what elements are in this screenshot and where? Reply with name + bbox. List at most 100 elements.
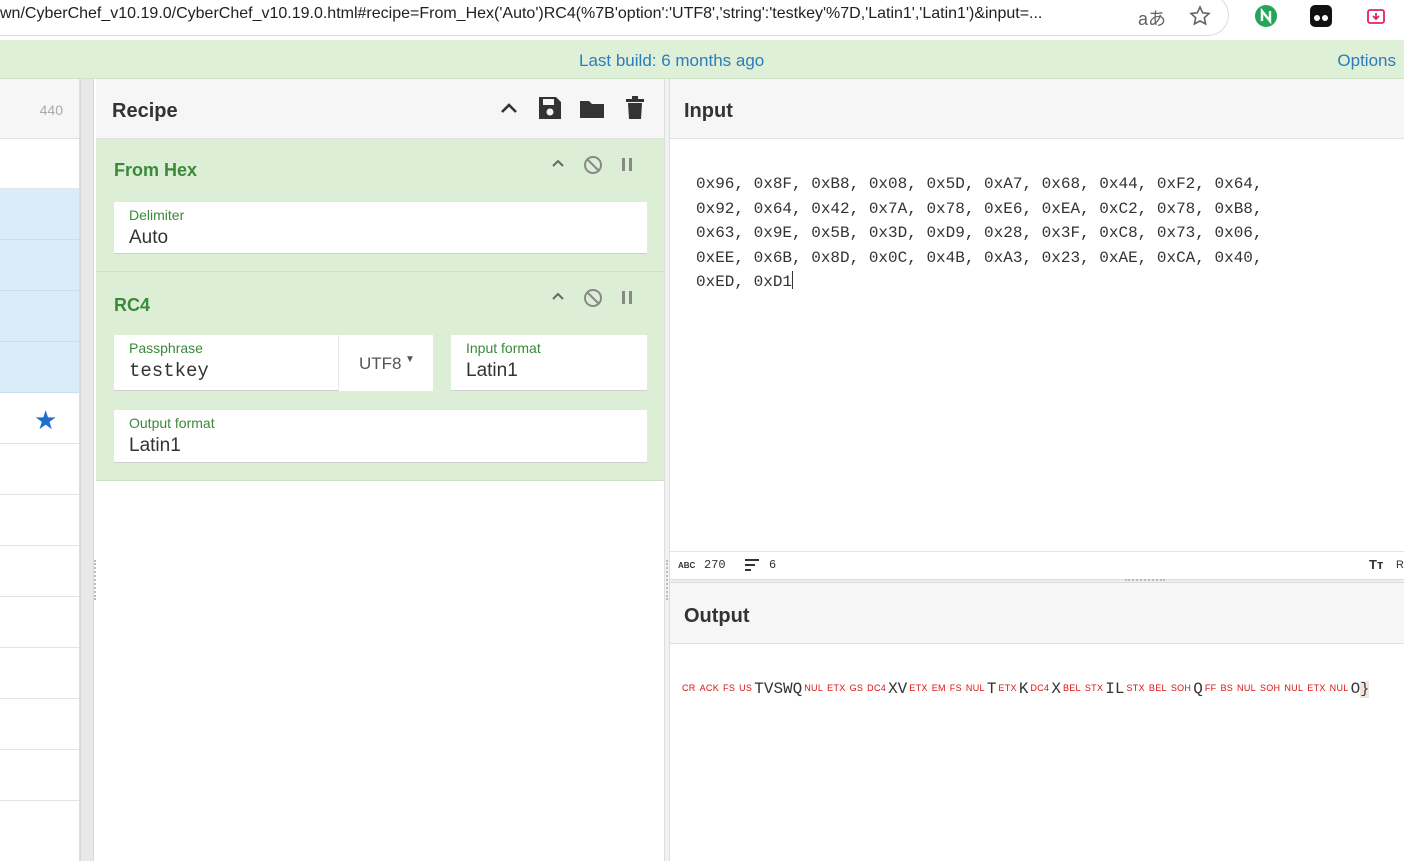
input-textarea[interactable]: 0x96, 0x8F, 0xB8, 0x08, 0x5D, 0xA7, 0x68… [696, 172, 1263, 295]
save-recipe-icon[interactable] [535, 93, 565, 123]
control-char-token: BEL [1148, 683, 1167, 693]
favourites-category[interactable]: ★ [0, 393, 79, 444]
category-item[interactable] [0, 597, 79, 648]
field-label: Input format [466, 340, 541, 356]
recipe-title: Recipe [112, 100, 178, 122]
panel-resize-gutter[interactable] [80, 79, 94, 861]
control-char-token: ETX [1307, 683, 1326, 693]
operation-rc4[interactable]: RC4 Passphrase testkey UTF8 ▼ Input form… [96, 272, 664, 481]
divider-grip [1125, 579, 1165, 581]
control-char-token: BEL [1062, 683, 1081, 693]
control-char-token: FS [949, 683, 962, 693]
control-char-token: NUL [965, 683, 985, 693]
output-char: T [986, 680, 997, 698]
options-link[interactable]: Options [1337, 51, 1396, 71]
control-char-token: NUL [1284, 683, 1304, 693]
operation-title: From Hex [114, 160, 198, 180]
category-item[interactable] [0, 699, 79, 750]
text-caret [792, 271, 794, 289]
category-item[interactable] [0, 444, 79, 495]
disable-operation-icon[interactable] [583, 155, 603, 180]
field-label: Passphrase [129, 340, 203, 356]
input-line: 0x63, 0x9E, 0x5B, 0x3D, 0xD9, 0x28, 0x3F… [696, 224, 1263, 242]
url-text[interactable]: wn/CyberChef_v10.19.0/CyberChef_v10.19.0… [0, 5, 1118, 23]
field-value: testkey [129, 360, 209, 382]
output-char: TVSWQ [754, 680, 803, 698]
control-char-token: ETX [827, 683, 846, 693]
output-char: X [1051, 680, 1061, 698]
input-format-field[interactable]: Input format Latin1 [451, 335, 647, 391]
font-size-icon[interactable]: Tт [1369, 557, 1383, 572]
output-char: Q [1193, 680, 1203, 698]
control-char-token: NUL [804, 683, 824, 693]
category-item[interactable] [0, 546, 79, 597]
extension-mask-icon[interactable] [1310, 5, 1332, 27]
category-item[interactable] [0, 648, 79, 699]
browser-toolbar: wn/CyberChef_v10.19.0/CyberChef_v10.19.0… [0, 0, 1404, 40]
operation-list-item[interactable] [0, 240, 79, 291]
bookmark-star-icon[interactable] [1188, 4, 1212, 34]
operations-header: 440 [0, 79, 79, 139]
pause-breakpoint-icon[interactable] [620, 157, 634, 178]
passphrase-field[interactable]: Passphrase testkey UTF8 ▼ [114, 335, 433, 391]
field-value: Auto [129, 227, 169, 248]
control-char-token: FS [723, 683, 736, 693]
output-header: Output [670, 583, 1404, 644]
input-line: 0x92, 0x64, 0x42, 0x7A, 0x78, 0xE6, 0xEA… [696, 199, 1263, 218]
control-char-token: ETX [909, 683, 928, 693]
disable-operation-icon[interactable] [583, 288, 603, 313]
control-char-token: STX [1084, 683, 1104, 693]
translate-icon[interactable]: aあ [1138, 5, 1166, 31]
operation-collapse-chevron-icon[interactable] [550, 288, 566, 309]
control-char-token: FF [1204, 683, 1217, 693]
length-abc-icon: ABC [678, 561, 696, 570]
control-char-token: NUL [1237, 683, 1256, 693]
control-char-token: DC4 [1030, 683, 1050, 693]
operation-collapse-chevron-icon[interactable] [550, 155, 566, 176]
control-char-token: SOH [1259, 683, 1281, 693]
operation-list-item[interactable] [0, 291, 79, 342]
control-char-token: GS [849, 683, 864, 693]
control-char-token: EM [931, 683, 946, 693]
encoding-value: UTF8 [359, 354, 402, 373]
operation-from-hex[interactable]: From Hex Delimiter Auto [96, 139, 664, 272]
output-panel: Output CR ACK FS US TVSWQ NUL ETX GS DC4 XV ETX EM F… [670, 583, 1404, 861]
control-char-token: BS [1220, 683, 1234, 693]
operations-search-row[interactable] [0, 139, 79, 189]
control-char-token: DC4 [867, 683, 887, 693]
output-char: XV [888, 680, 908, 698]
control-char-token: ACK [699, 683, 720, 693]
recipe-panel: Recipe From Hex Delimiter Auto RC4 Passp… [96, 79, 664, 861]
output-format-field[interactable]: Output format Latin1 [114, 410, 647, 463]
operation-list-item[interactable] [0, 189, 79, 240]
operation-title: RC4 [114, 295, 151, 315]
caret-down-icon: ▼ [405, 354, 415, 365]
extension-download-icon[interactable] [1365, 5, 1387, 27]
clear-recipe-trash-icon[interactable] [620, 93, 650, 123]
pause-breakpoint-icon[interactable] [620, 290, 634, 311]
input-line: 0x96, 0x8F, 0xB8, 0x08, 0x5D, 0xA7, 0x68… [696, 175, 1263, 193]
operation-list-item[interactable] [0, 342, 79, 393]
control-char-token: SOH [1170, 683, 1192, 693]
input-title: Input [684, 100, 733, 122]
category-item[interactable] [0, 750, 79, 801]
output-text[interactable]: CR ACK FS US TVSWQ NUL ETX GS DC4 XV ETX EM FS NUL T ET… [680, 680, 1370, 698]
input-lines-value: 6 [769, 558, 777, 572]
status-trailing-text: R [1396, 559, 1404, 571]
load-recipe-folder-icon[interactable] [577, 93, 607, 123]
operations-panel: 440 ★ [0, 79, 80, 861]
control-char-token: US [739, 683, 753, 693]
recipe-header: Recipe [96, 79, 664, 139]
collapse-all-chevron-up-icon[interactable] [494, 93, 524, 123]
passphrase-encoding-dropdown[interactable]: UTF8 ▼ [338, 335, 433, 391]
control-char-token: STX [1126, 683, 1145, 693]
category-item[interactable] [0, 495, 79, 546]
output-title: Output [684, 605, 750, 627]
output-char: O [1350, 680, 1361, 698]
resize-grip [666, 560, 668, 600]
extension-n-icon[interactable] [1255, 5, 1277, 27]
lines-icon [744, 559, 760, 575]
input-status-bar: ABC 270 6 Tт R [670, 551, 1404, 579]
build-banner: Last build: 6 months ago Options [0, 40, 1404, 79]
delimiter-field[interactable]: Delimiter Auto [114, 202, 647, 254]
